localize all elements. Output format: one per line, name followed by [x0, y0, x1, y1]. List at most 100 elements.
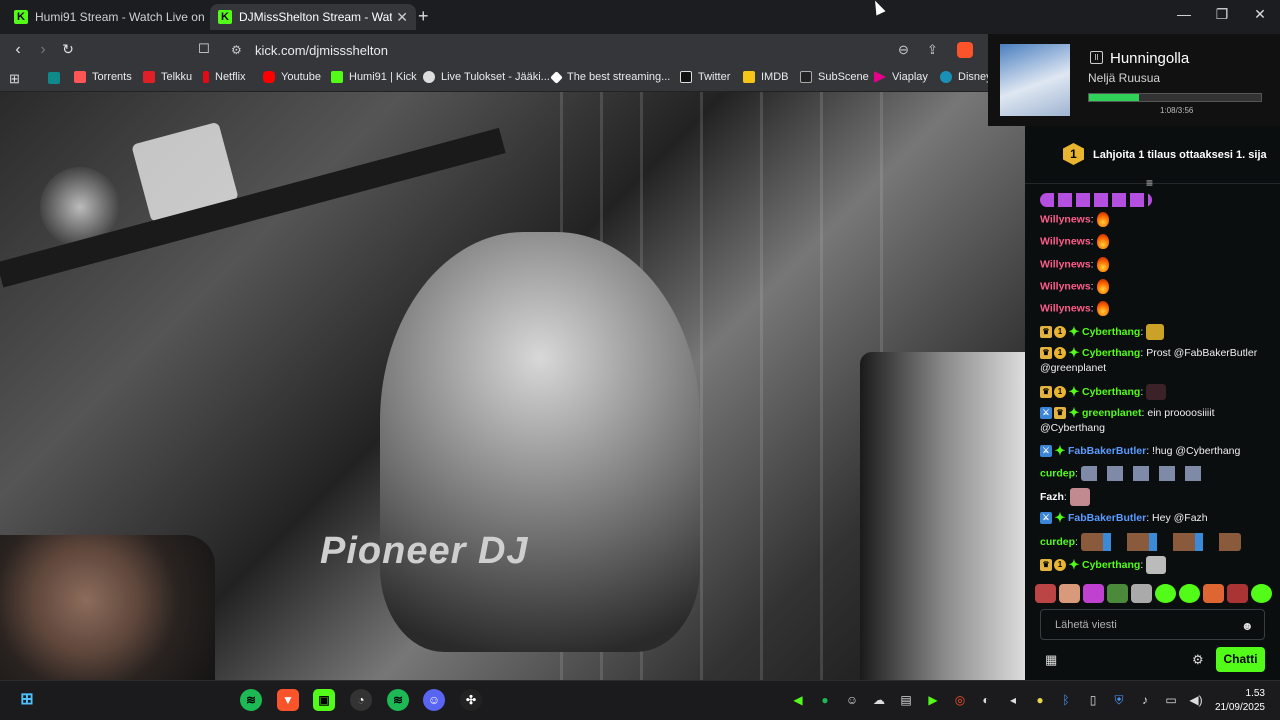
tray-icon[interactable]: ◎	[952, 693, 968, 707]
emote-button[interactable]	[1131, 583, 1152, 603]
chat-username[interactable]: Willynews	[1040, 258, 1091, 270]
microphone-icon[interactable]: ♪	[1137, 693, 1153, 707]
bluetooth-icon[interactable]: ᛒ	[1058, 693, 1074, 707]
streaming-icon	[550, 70, 563, 84]
spotify-icon[interactable]: ≋	[240, 689, 262, 711]
tab-djmissshelton[interactable]: K DJMissShelton Stream - Watch Live on K…	[210, 4, 416, 30]
chat-username[interactable]: Cyberthang	[1082, 326, 1140, 338]
network-icon[interactable]: ▭	[1163, 693, 1179, 707]
bookmark-live-tulokset[interactable]: Live Tulokset - Jääki...	[423, 71, 550, 83]
discord-tray-icon[interactable]: ☺	[844, 693, 860, 707]
emote-button[interactable]	[1059, 583, 1080, 603]
bookmark-viaplay[interactable]: Viaplay	[874, 71, 928, 83]
minimize-button[interactable]: —	[1169, 6, 1199, 22]
chat-username[interactable]: Willynews	[1040, 235, 1091, 247]
onedrive-icon[interactable]: ☁	[871, 693, 887, 707]
back-button[interactable]: ‹	[8, 41, 28, 59]
pause-icon[interactable]: II	[1090, 51, 1103, 64]
bookmark-torrents[interactable]: Torrents	[74, 71, 132, 83]
live-tulokset-icon	[423, 71, 435, 83]
chat-username[interactable]: curdep	[1040, 467, 1075, 479]
reload-button[interactable]: ↻	[58, 41, 78, 58]
spotify-icon[interactable]: ≋	[387, 689, 409, 711]
share-icon[interactable]: ⇪	[927, 42, 938, 58]
emote-image	[1146, 384, 1167, 400]
tray-icon[interactable]: ▤	[898, 693, 914, 707]
site-info-icon[interactable]: ⚙	[231, 43, 242, 57]
emote-button[interactable]	[1155, 583, 1176, 603]
tray-icon[interactable]: ◀	[790, 693, 806, 707]
bookmark-favicon[interactable]	[48, 72, 60, 84]
emote-button[interactable]	[1083, 583, 1104, 603]
emote-button[interactable]	[1227, 583, 1248, 603]
close-tab-icon[interactable]: ✕	[396, 9, 408, 26]
emote-image	[1080, 466, 1211, 481]
app-icon[interactable]: ✣	[460, 689, 482, 711]
app-icon[interactable]: ◔	[350, 689, 372, 711]
tray-icon[interactable]: ▶	[925, 693, 941, 707]
chat-username[interactable]: Willynews	[1040, 213, 1091, 225]
brave-shield-icon[interactable]	[957, 42, 973, 58]
forward-button[interactable]: ›	[33, 41, 53, 59]
emote-button[interactable]	[1035, 583, 1056, 603]
fire-emoji	[1096, 234, 1109, 249]
store-icon[interactable]: ▦	[1045, 652, 1057, 668]
chat-username[interactable]: Fazh	[1040, 491, 1064, 503]
bookmark-imdb[interactable]: IMDB	[743, 71, 789, 83]
chat-message: ♛ 1 ✦ Cyberthang:	[1040, 324, 1265, 340]
bookmark-humi91-kick[interactable]: Humi91 | Kick	[331, 71, 417, 83]
chat-username[interactable]: Cyberthang	[1082, 559, 1140, 571]
chat-username[interactable]: Cyberthang	[1082, 347, 1140, 359]
beer-glass	[860, 352, 1025, 680]
chat-username[interactable]: greenplanet	[1082, 407, 1142, 419]
song-progress-bar[interactable]	[1088, 93, 1262, 102]
zoom-icon[interactable]: ⊖	[898, 42, 909, 58]
emote-button[interactable]	[1107, 583, 1128, 603]
app-icon[interactable]: ▣	[313, 689, 335, 711]
bookmark-netflix[interactable]: Netflix	[203, 71, 246, 83]
chat-filter-icon[interactable]: ≡	[1146, 176, 1153, 190]
bookmark-telkku[interactable]: Telkku	[143, 71, 192, 83]
telkku-icon	[143, 71, 155, 83]
usb-icon[interactable]: ▯	[1085, 693, 1101, 707]
tab-humi91[interactable]: K Humi91 Stream - Watch Live on Kick	[6, 4, 212, 30]
rank-badge-icon: 1	[1054, 559, 1066, 571]
chat-settings-icon[interactable]: ⚙	[1192, 652, 1204, 668]
tray-icon[interactable]: ◂	[1005, 693, 1021, 707]
tray-icon[interactable]: ●	[1032, 693, 1048, 707]
discord-icon[interactable]: ☺	[423, 689, 445, 711]
windows-start-icon[interactable]: ⊞	[16, 689, 38, 711]
chat-username[interactable]: Willynews	[1040, 302, 1091, 314]
volume-icon[interactable]: ◀)	[1188, 693, 1204, 707]
bookmark-subscene[interactable]: SubScene	[800, 71, 869, 83]
apps-grid-icon[interactable]: ⊞	[9, 71, 20, 87]
brave-browser-icon[interactable]: ▼	[277, 689, 299, 711]
send-chat-button[interactable]: Chatti	[1216, 647, 1265, 672]
chat-username[interactable]: FabBakerButler	[1068, 445, 1146, 457]
maximize-button[interactable]: ❐	[1207, 6, 1237, 23]
chat-username[interactable]: Willynews	[1040, 280, 1091, 292]
chat-message: Willynews:	[1040, 301, 1265, 316]
emoji-picker-icon[interactable]: ☻	[1241, 619, 1254, 633]
bookmark-twitter[interactable]: Twitter	[680, 71, 730, 83]
chat-username[interactable]: curdep	[1040, 536, 1075, 548]
dj-performer	[380, 232, 700, 652]
emote-button[interactable]	[1179, 583, 1200, 603]
bookmark-youtube[interactable]: Youtube	[263, 71, 321, 83]
new-tab-button[interactable]: +	[418, 6, 429, 27]
chat-message: ♛ 1 ✦ Cyberthang:	[1040, 384, 1265, 400]
security-icon[interactable]: ⛨	[1111, 693, 1127, 708]
chat-username[interactable]: FabBakerButler	[1068, 512, 1146, 524]
spotify-tray-icon[interactable]: ●	[817, 693, 833, 707]
bookmark-best-streaming[interactable]: The best streaming...	[550, 70, 670, 84]
bookmark-disney[interactable]: Disney	[940, 71, 992, 83]
tray-icon[interactable]: ◐	[978, 693, 994, 707]
close-window-button[interactable]: ✕	[1245, 6, 1275, 23]
emote-button[interactable]	[1203, 583, 1224, 603]
taskbar-clock[interactable]: 1.53 21/09/2025	[1205, 687, 1265, 715]
bookmark-icon[interactable]: ☐	[194, 41, 214, 57]
url-text[interactable]: kick.com/djmissshelton	[255, 43, 388, 58]
kick-logo-icon	[331, 71, 343, 83]
emote-button[interactable]	[1251, 583, 1272, 603]
chat-username[interactable]: Cyberthang	[1082, 386, 1140, 398]
